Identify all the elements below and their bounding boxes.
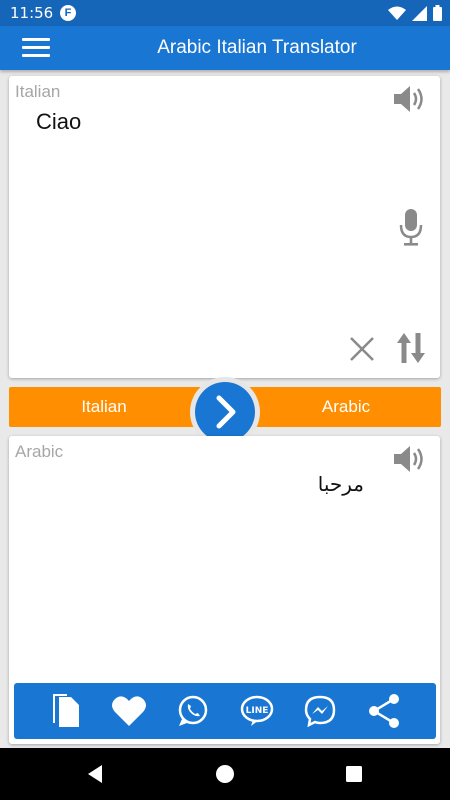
cell-signal-icon: [412, 5, 427, 21]
wifi-icon: [388, 6, 406, 20]
home-icon[interactable]: [213, 762, 237, 786]
notification-app-icon: F: [60, 5, 76, 21]
line-icon: LINE: [240, 695, 274, 726]
source-card: Italian: [9, 76, 440, 378]
status-time: 11:56: [10, 4, 54, 22]
messenger-button[interactable]: [302, 693, 338, 729]
messenger-icon: [305, 695, 336, 728]
whatsapp-button[interactable]: [175, 693, 211, 729]
swap-icon[interactable]: [396, 331, 426, 365]
target-language-button[interactable]: Arabic: [251, 387, 441, 427]
status-icons: [388, 5, 442, 21]
favorite-icon: [112, 696, 147, 726]
chevron-right-icon: [216, 395, 236, 429]
svg-text:LINE: LINE: [245, 706, 268, 716]
favorite-button[interactable]: [111, 693, 147, 729]
share-button[interactable]: [366, 693, 402, 729]
copy-icon: [52, 694, 79, 727]
microphone-icon[interactable]: [398, 208, 424, 246]
translation-output: مرحبا: [317, 472, 364, 496]
copy-button[interactable]: [48, 693, 84, 729]
whatsapp-icon: [178, 695, 208, 726]
source-text-input[interactable]: [36, 109, 376, 135]
target-language-label: Arabic: [15, 442, 64, 461]
battery-icon: [433, 5, 442, 21]
share-icon: [369, 694, 400, 728]
speaker-icon[interactable]: [392, 444, 426, 474]
status-bar: 11:56 F: [0, 0, 450, 26]
line-button[interactable]: LINE: [239, 693, 275, 729]
speaker-icon[interactable]: [392, 84, 426, 114]
navigation-bar: [0, 748, 450, 800]
source-language-button[interactable]: Italian: [9, 387, 199, 427]
action-bar: LINE: [14, 683, 436, 739]
recents-icon[interactable]: [342, 762, 366, 786]
source-language-label: Italian: [15, 82, 61, 101]
app-title: Arabic Italian Translator: [157, 37, 357, 58]
back-icon[interactable]: [84, 762, 108, 786]
clear-icon[interactable]: [348, 335, 376, 363]
app-bar: Arabic Italian Translator: [0, 26, 450, 70]
